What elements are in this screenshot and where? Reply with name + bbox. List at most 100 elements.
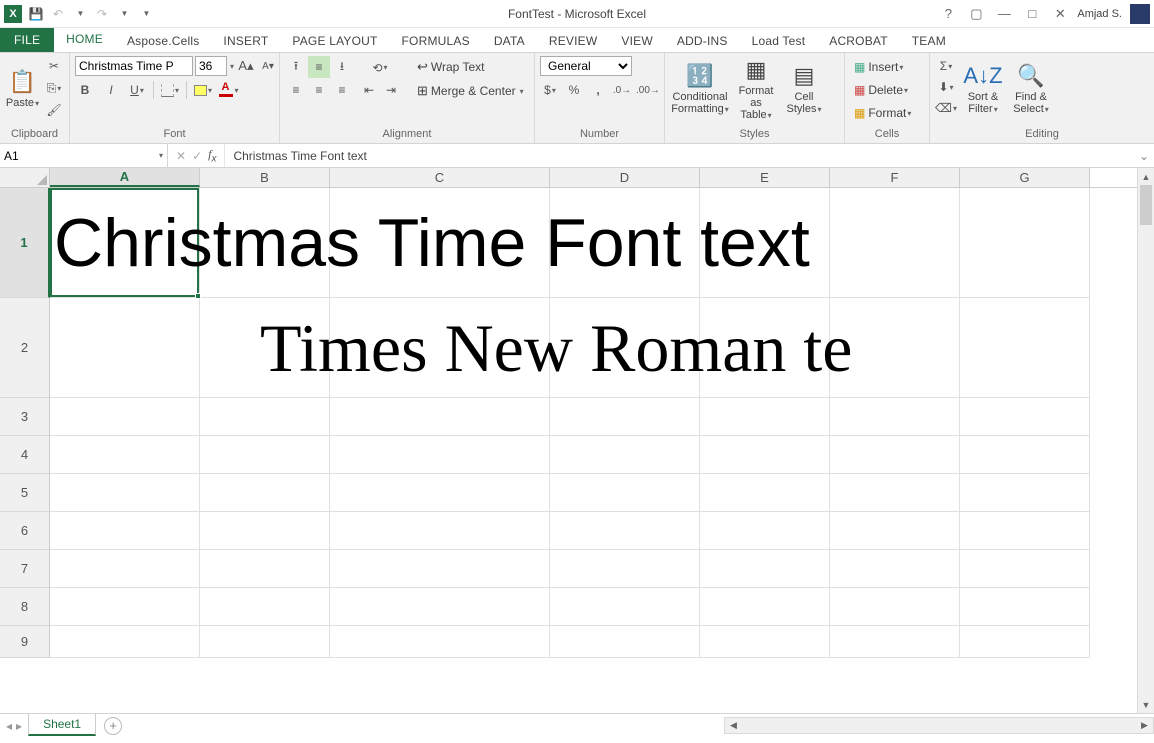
increase-indent-icon[interactable]: ⇥ <box>381 80 401 100</box>
wrap-text-button[interactable]: ↩Wrap Text <box>413 56 528 78</box>
cell-G1[interactable] <box>960 188 1090 298</box>
cell-content-A1[interactable]: Christmas Time Font text <box>50 188 814 298</box>
cell-B5[interactable] <box>200 474 330 512</box>
merge-center-button[interactable]: ⊞Merge & Center▾ <box>413 80 528 102</box>
redo-icon[interactable]: ↷ <box>94 6 110 22</box>
tab-formulas[interactable]: FORMULAS <box>390 30 482 52</box>
orientation-icon[interactable]: ⟲▾ <box>359 58 401 78</box>
column-header-A[interactable]: A <box>50 168 200 187</box>
cell-D8[interactable] <box>550 588 700 626</box>
conditional-formatting-button[interactable]: 🔢Conditional Formatting▾ <box>670 56 730 122</box>
insert-cells-button[interactable]: ▦Insert▾ <box>850 56 907 78</box>
minimize-icon[interactable]: — <box>993 4 1015 24</box>
maximize-icon[interactable]: □ <box>1021 4 1043 24</box>
fill-color-button[interactable]: ▾ <box>193 80 213 100</box>
cell-D3[interactable] <box>550 398 700 436</box>
cell-F1[interactable] <box>830 188 960 298</box>
column-header-B[interactable]: B <box>200 168 330 187</box>
cell-F5[interactable] <box>830 474 960 512</box>
column-header-F[interactable]: F <box>830 168 960 187</box>
cell-D6[interactable] <box>550 512 700 550</box>
row-header-8[interactable]: 8 <box>0 588 50 626</box>
align-middle-icon[interactable]: ≡ <box>308 56 330 78</box>
cell-G6[interactable] <box>960 512 1090 550</box>
find-select-button[interactable]: 🔍Find & Select▾ <box>1009 56 1053 122</box>
redo-dropdown-icon[interactable]: ▼ <box>116 6 132 22</box>
font-name-input[interactable] <box>75 56 193 76</box>
scroll-right-icon[interactable]: ▶ <box>1136 720 1153 731</box>
save-icon[interactable]: 💾 <box>28 6 44 22</box>
cancel-formula-icon[interactable]: ✕ <box>176 149 186 163</box>
copy-icon[interactable]: ⎘▾ <box>44 78 64 98</box>
cell-C5[interactable] <box>330 474 550 512</box>
number-format-select[interactable]: General <box>540 56 632 76</box>
cell-E7[interactable] <box>700 550 830 588</box>
tab-load-test[interactable]: Load Test <box>740 30 818 52</box>
insert-function-icon[interactable]: fx <box>208 147 216 164</box>
clear-icon[interactable]: ⌫▾ <box>935 98 957 118</box>
row-header-5[interactable]: 5 <box>0 474 50 512</box>
name-box-dropdown-icon[interactable]: ▾ <box>159 151 163 160</box>
cell-G7[interactable] <box>960 550 1090 588</box>
cell-F3[interactable] <box>830 398 960 436</box>
accounting-format-icon[interactable]: $▾ <box>540 80 560 100</box>
help-icon[interactable]: ? <box>937 4 959 24</box>
cell-E8[interactable] <box>700 588 830 626</box>
cell-A5[interactable] <box>50 474 200 512</box>
sheet-nav-last-icon[interactable]: ▸ <box>16 719 22 733</box>
cell-E3[interactable] <box>700 398 830 436</box>
tab-review[interactable]: REVIEW <box>537 30 610 52</box>
scroll-up-icon[interactable]: ▲ <box>1138 168 1154 185</box>
cell-D4[interactable] <box>550 436 700 474</box>
cut-icon[interactable]: ✂ <box>44 56 64 76</box>
cell-F8[interactable] <box>830 588 960 626</box>
close-icon[interactable]: ✕ <box>1049 4 1071 24</box>
percent-format-icon[interactable]: % <box>564 80 584 100</box>
select-all-button[interactable] <box>0 168 50 187</box>
row-header-6[interactable]: 6 <box>0 512 50 550</box>
worksheet-grid[interactable]: ABCDEFG 123456789Christmas Time Font tex… <box>0 168 1137 713</box>
cell-C6[interactable] <box>330 512 550 550</box>
cell-C9[interactable] <box>330 626 550 658</box>
format-painter-icon[interactable]: 🖌 <box>44 100 64 120</box>
paste-button[interactable]: 📋 Paste▾ <box>5 56 40 122</box>
cell-B3[interactable] <box>200 398 330 436</box>
tab-home[interactable]: HOME <box>54 28 115 52</box>
undo-dropdown-icon[interactable]: ▼ <box>72 6 88 22</box>
cell-A2[interactable] <box>50 298 200 398</box>
cell-A9[interactable] <box>50 626 200 658</box>
cell-content-B2[interactable]: Times New Roman te <box>200 298 856 398</box>
tab-team[interactable]: TEAM <box>900 30 958 52</box>
sort-filter-button[interactable]: A↓ZSort & Filter▾ <box>961 56 1005 122</box>
cell-C8[interactable] <box>330 588 550 626</box>
avatar[interactable] <box>1130 4 1150 24</box>
column-header-E[interactable]: E <box>700 168 830 187</box>
tab-view[interactable]: VIEW <box>609 30 664 52</box>
cell-B4[interactable] <box>200 436 330 474</box>
cell-B8[interactable] <box>200 588 330 626</box>
align-right-icon[interactable]: ≡ <box>331 79 353 101</box>
cell-E5[interactable] <box>700 474 830 512</box>
cell-G2[interactable] <box>960 298 1090 398</box>
name-box[interactable]: ▾ <box>0 144 168 167</box>
font-size-dropdown-icon[interactable]: ▾ <box>230 62 234 71</box>
column-header-D[interactable]: D <box>550 168 700 187</box>
tab-insert[interactable]: INSERT <box>211 30 280 52</box>
tab-data[interactable]: DATA <box>482 30 537 52</box>
tab-page-layout[interactable]: PAGE LAYOUT <box>280 30 389 52</box>
row-header-9[interactable]: 9 <box>0 626 50 658</box>
cell-C3[interactable] <box>330 398 550 436</box>
increase-font-icon[interactable]: A▴ <box>236 56 256 76</box>
cell-styles-button[interactable]: ▤Cell Styles▾ <box>782 56 826 122</box>
cell-G5[interactable] <box>960 474 1090 512</box>
undo-icon[interactable]: ↶ <box>50 6 66 22</box>
cell-A7[interactable] <box>50 550 200 588</box>
column-header-G[interactable]: G <box>960 168 1090 187</box>
decrease-font-icon[interactable]: A▾ <box>258 56 278 76</box>
cell-C4[interactable] <box>330 436 550 474</box>
cell-E4[interactable] <box>700 436 830 474</box>
enter-formula-icon[interactable]: ✓ <box>192 149 202 163</box>
row-header-3[interactable]: 3 <box>0 398 50 436</box>
format-as-table-button[interactable]: ▦Format as Table▾ <box>734 56 778 122</box>
formula-bar[interactable]: Christmas Time Font text <box>225 149 1134 163</box>
